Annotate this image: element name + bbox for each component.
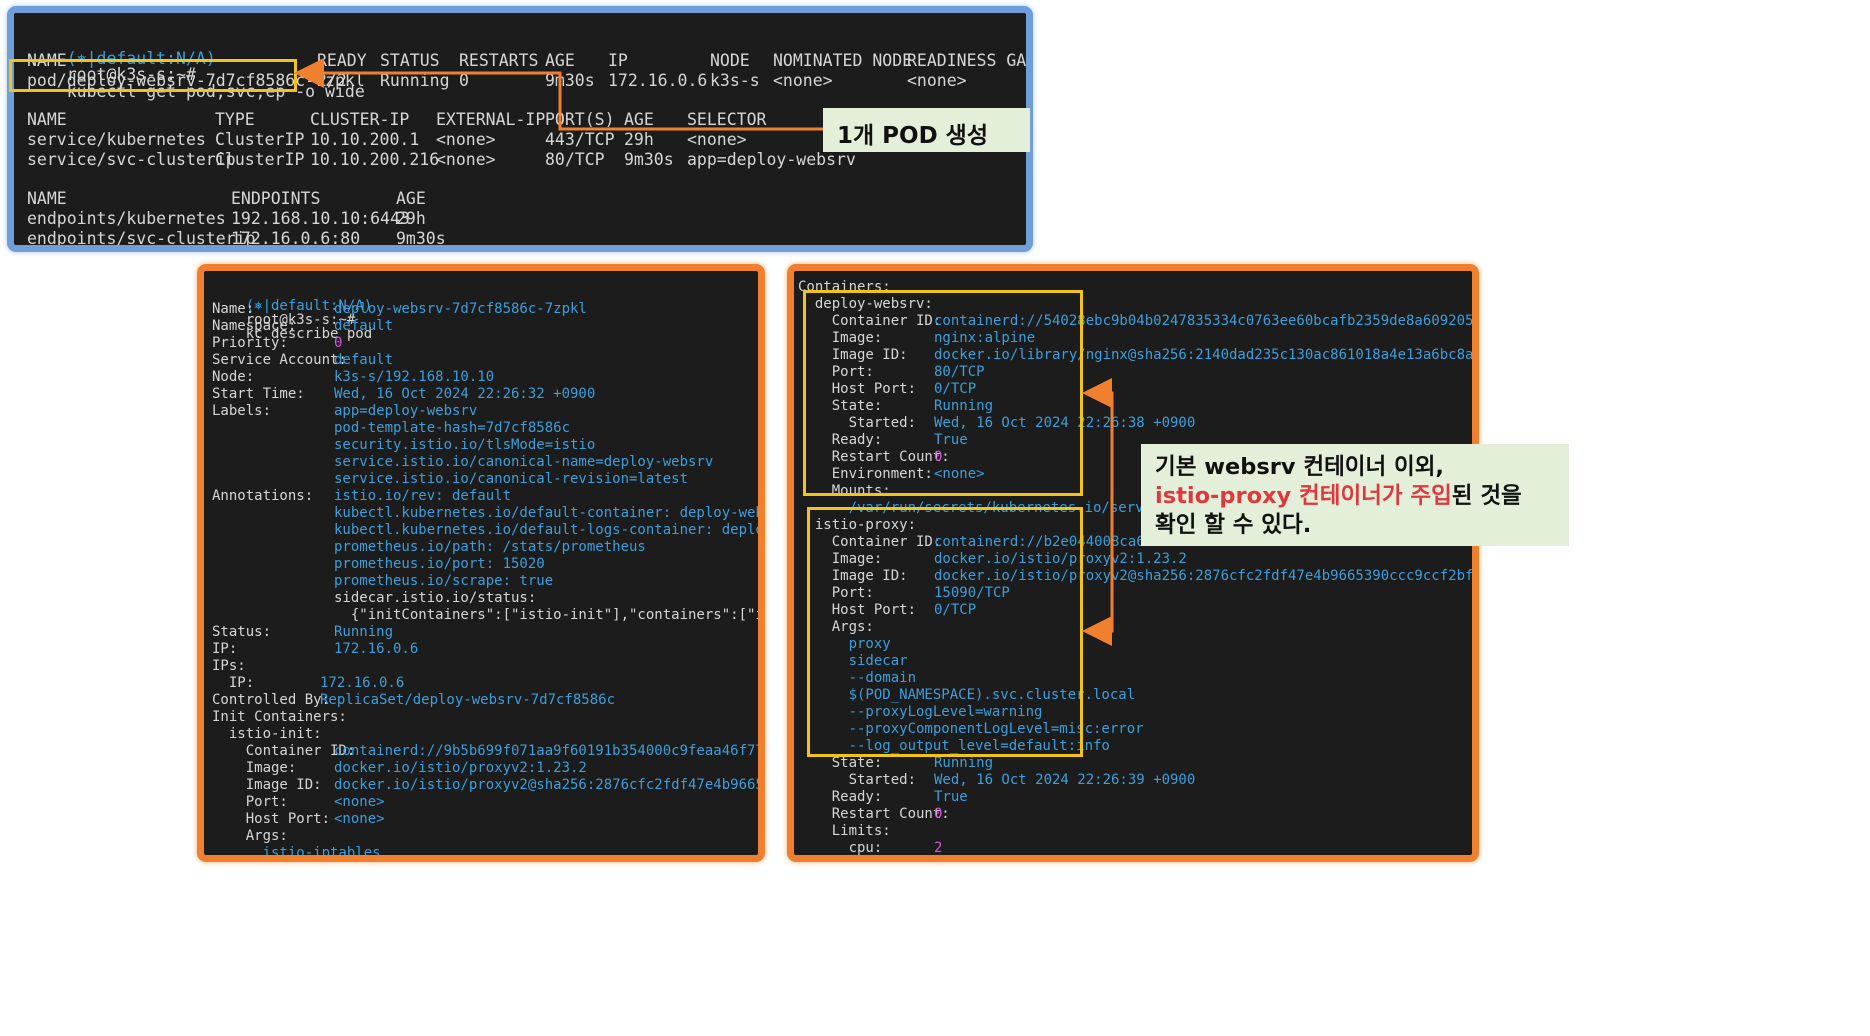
sidecar-callout-line3: 확인 할 수 있다. (1155, 512, 1312, 538)
sidecar-callout: 기본 websrv 컨테이너 이외, istio-proxy 컨테이너가 주입된… (1141, 444, 1569, 546)
sidecar-callout-line2-rest: 된 것을 (1451, 483, 1522, 509)
pod-callout-arrow (294, 58, 823, 131)
sidecar-callout-line2: istio-proxy 컨테이너가 주입된 것을 (1155, 482, 1569, 511)
container-callout-arrow-top (1082, 378, 1114, 508)
container-callout-arrow-bottom (1082, 508, 1114, 646)
pod-created-callout: 1개 POD 생성 (823, 108, 1030, 152)
annotation-arrows (294, 58, 1114, 646)
sidecar-callout-highlight: istio-proxy 컨테이너가 주입 (1155, 483, 1452, 509)
pod-created-text: 1개 POD 생성 (837, 123, 988, 149)
sidecar-callout-line1: 기본 websrv 컨테이너 이외, (1155, 454, 1444, 480)
